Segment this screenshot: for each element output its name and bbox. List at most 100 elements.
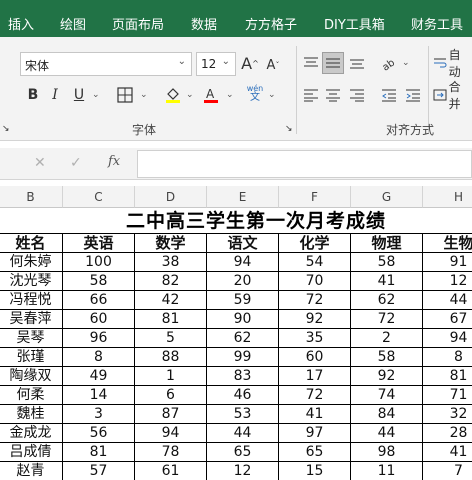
score-cell[interactable]: 46: [207, 386, 279, 405]
column-header-B[interactable]: B: [0, 186, 63, 208]
score-cell[interactable]: 72: [279, 291, 351, 310]
student-name-cell[interactable]: 陶缘双: [0, 367, 63, 386]
cancel-icon[interactable]: ✕: [34, 155, 46, 171]
column-header-G[interactable]: G: [351, 186, 423, 208]
student-name-cell[interactable]: 何朱婷: [0, 253, 63, 272]
bold-button[interactable]: B: [22, 84, 44, 106]
header-cell[interactable]: 姓名: [0, 234, 63, 253]
fill-color-button[interactable]: [162, 84, 184, 106]
confirm-icon[interactable]: ✓: [70, 155, 82, 171]
tab-page-layout[interactable]: 页面布局: [112, 14, 164, 34]
align-right-button[interactable]: [346, 84, 368, 106]
align-middle-button[interactable]: [322, 52, 344, 74]
score-cell[interactable]: 98: [351, 443, 423, 462]
tab-fangfang[interactable]: 方方格子: [245, 14, 297, 34]
score-cell[interactable]: 7: [423, 462, 472, 480]
score-cell[interactable]: 54: [279, 253, 351, 272]
score-cell[interactable]: 94: [423, 329, 472, 348]
score-cell[interactable]: 81: [135, 310, 207, 329]
score-cell[interactable]: 38: [135, 253, 207, 272]
score-cell[interactable]: 41: [351, 272, 423, 291]
score-cell[interactable]: 71: [423, 386, 472, 405]
underline-button[interactable]: U: [68, 84, 90, 106]
score-cell[interactable]: 14: [63, 386, 135, 405]
score-cell[interactable]: 82: [135, 272, 207, 291]
score-cell[interactable]: 8: [423, 348, 472, 367]
score-cell[interactable]: 90: [207, 310, 279, 329]
score-cell[interactable]: 83: [207, 367, 279, 386]
score-cell[interactable]: 87: [135, 405, 207, 424]
score-cell[interactable]: 15: [279, 462, 351, 480]
score-cell[interactable]: 96: [63, 329, 135, 348]
grow-font-button[interactable]: A ^: [239, 52, 261, 74]
score-cell[interactable]: 62: [207, 329, 279, 348]
tab-draw[interactable]: 绘图: [60, 14, 86, 34]
column-header-F[interactable]: F: [279, 186, 351, 208]
score-cell[interactable]: 100: [63, 253, 135, 272]
tab-insert[interactable]: 插入: [8, 14, 34, 34]
score-cell[interactable]: 61: [135, 462, 207, 480]
dialog-launcher-icon[interactable]: ↘: [2, 124, 10, 134]
score-cell[interactable]: 8: [63, 348, 135, 367]
score-cell[interactable]: 58: [351, 348, 423, 367]
tab-finance-tools[interactable]: 财务工具: [411, 14, 463, 34]
header-cell[interactable]: 生物: [423, 234, 472, 253]
tab-diy-toolbox[interactable]: DIY工具箱: [324, 14, 385, 34]
align-left-button[interactable]: [300, 84, 322, 106]
score-cell[interactable]: 58: [63, 272, 135, 291]
score-cell[interactable]: 72: [351, 310, 423, 329]
student-name-cell[interactable]: 吴琴: [0, 329, 63, 348]
phonetic-button[interactable]: wén 文: [244, 82, 266, 104]
score-cell[interactable]: 41: [423, 443, 472, 462]
score-cell[interactable]: 70: [279, 272, 351, 291]
header-cell[interactable]: 化学: [279, 234, 351, 253]
student-name-cell[interactable]: 魏桂: [0, 405, 63, 424]
chevron-down-icon[interactable]: ⌄: [402, 58, 410, 68]
decrease-indent-button[interactable]: [378, 84, 400, 106]
score-cell[interactable]: 44: [351, 424, 423, 443]
score-cell[interactable]: 6: [135, 386, 207, 405]
font-size-select[interactable]: 12 ⌄: [196, 52, 236, 76]
score-cell[interactable]: 74: [351, 386, 423, 405]
orientation-button[interactable]: ab: [378, 52, 400, 74]
student-name-cell[interactable]: 吕成倩: [0, 443, 63, 462]
font-color-button[interactable]: A: [200, 84, 222, 106]
score-cell[interactable]: 92: [351, 367, 423, 386]
chevron-down-icon[interactable]: ⌄: [186, 90, 194, 100]
score-cell[interactable]: 78: [135, 443, 207, 462]
score-cell[interactable]: 92: [279, 310, 351, 329]
score-cell[interactable]: 60: [279, 348, 351, 367]
student-name-cell[interactable]: 冯程悦: [0, 291, 63, 310]
shrink-font-button[interactable]: Aˇ: [262, 54, 284, 76]
sheet-title[interactable]: 二中高三学生第一次月考成绩: [0, 208, 472, 234]
column-header-H[interactable]: H: [423, 186, 472, 208]
tab-data[interactable]: 数据: [191, 14, 217, 34]
score-cell[interactable]: 12: [207, 462, 279, 480]
align-top-button[interactable]: [300, 52, 322, 74]
student-name-cell[interactable]: 沈光琴: [0, 272, 63, 291]
score-cell[interactable]: 11: [351, 462, 423, 480]
align-bottom-button[interactable]: [346, 52, 368, 74]
score-cell[interactable]: 81: [423, 367, 472, 386]
score-cell[interactable]: 58: [351, 253, 423, 272]
score-cell[interactable]: 60: [63, 310, 135, 329]
score-cell[interactable]: 41: [279, 405, 351, 424]
score-cell[interactable]: 67: [423, 310, 472, 329]
score-cell[interactable]: 91: [423, 253, 472, 272]
header-cell[interactable]: 数学: [135, 234, 207, 253]
score-cell[interactable]: 62: [351, 291, 423, 310]
score-cell[interactable]: 53: [207, 405, 279, 424]
chevron-down-icon[interactable]: ⌄: [268, 90, 276, 100]
formula-input[interactable]: [137, 150, 472, 178]
score-cell[interactable]: 32: [423, 405, 472, 424]
wrap-text-button[interactable]: 自动: [433, 48, 472, 79]
score-cell[interactable]: 81: [63, 443, 135, 462]
score-cell[interactable]: 2: [351, 329, 423, 348]
chevron-down-icon[interactable]: ⌄: [226, 90, 234, 100]
student-name-cell[interactable]: 金成龙: [0, 424, 63, 443]
score-cell[interactable]: 97: [279, 424, 351, 443]
score-cell[interactable]: 20: [207, 272, 279, 291]
student-name-cell[interactable]: 赵青: [0, 462, 63, 480]
header-cell[interactable]: 语文: [207, 234, 279, 253]
score-cell[interactable]: 1: [135, 367, 207, 386]
